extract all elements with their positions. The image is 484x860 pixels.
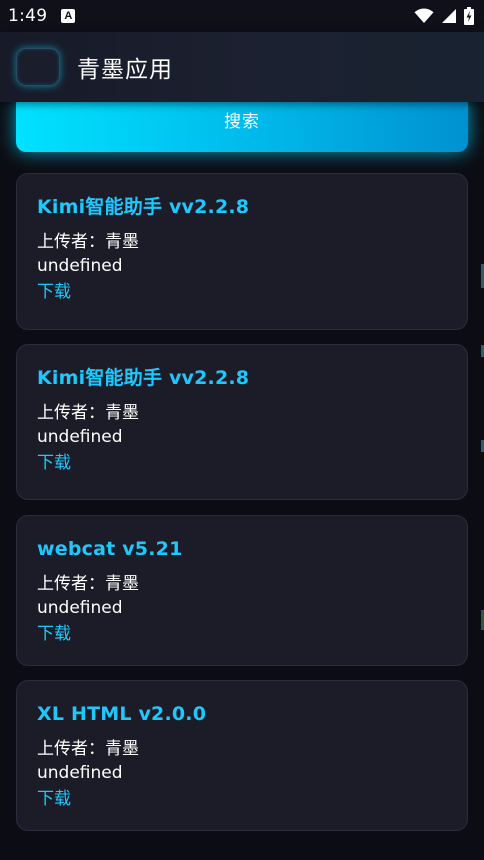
search-button[interactable]: 搜索: [16, 94, 468, 152]
battery-charging-icon: [464, 7, 474, 25]
download-link[interactable]: 下载: [37, 451, 71, 475]
status-bar: 1:49 A: [0, 0, 484, 32]
app-card-title: Kimi智能助手 vv2.2.8: [37, 367, 250, 389]
app-card-description: undefined: [37, 427, 123, 447]
app-card-description: undefined: [37, 763, 123, 783]
notification-a-icon: A: [61, 9, 76, 23]
app-bar: 青墨应用: [0, 32, 484, 102]
app-card-uploader: 上传者：青墨: [37, 739, 139, 759]
download-link[interactable]: 下载: [37, 787, 71, 811]
status-time: 1:49: [8, 6, 48, 26]
status-icons: [414, 7, 474, 25]
app-card-uploader: 上传者：青墨: [37, 574, 139, 594]
download-link[interactable]: 下载: [37, 622, 71, 646]
app-card-description: undefined: [37, 598, 123, 618]
app-card-title: XL HTML v2.0.0: [37, 703, 207, 725]
signal-icon: [442, 9, 456, 23]
app-card: XL HTML v2.0.0 上传者：青墨 undefined 下载: [16, 680, 468, 831]
search-button-label: 搜索: [224, 112, 260, 132]
app-screen: 1:49 A 青墨应用 搜索 Kimi智能助手 vv2.2.8 上传者：青墨 u…: [0, 0, 484, 860]
app-card: Kimi智能助手 vv2.2.8 上传者：青墨 undefined 下载: [16, 173, 468, 330]
app-card-uploader: 上传者：青墨: [37, 232, 139, 252]
wifi-icon: [414, 8, 434, 23]
app-card-description: undefined: [37, 256, 123, 276]
app-logo-icon: [16, 48, 60, 86]
app-card: Kimi智能助手 vv2.2.8 上传者：青墨 undefined 下载: [16, 344, 468, 500]
app-card: webcat v5.21 上传者：青墨 undefined 下载: [16, 515, 468, 666]
app-card-uploader: 上传者：青墨: [37, 403, 139, 423]
app-card-title: Kimi智能助手 vv2.2.8: [37, 196, 250, 218]
download-link[interactable]: 下载: [37, 280, 71, 304]
app-title: 青墨应用: [77, 57, 173, 83]
app-card-title: webcat v5.21: [37, 538, 183, 560]
